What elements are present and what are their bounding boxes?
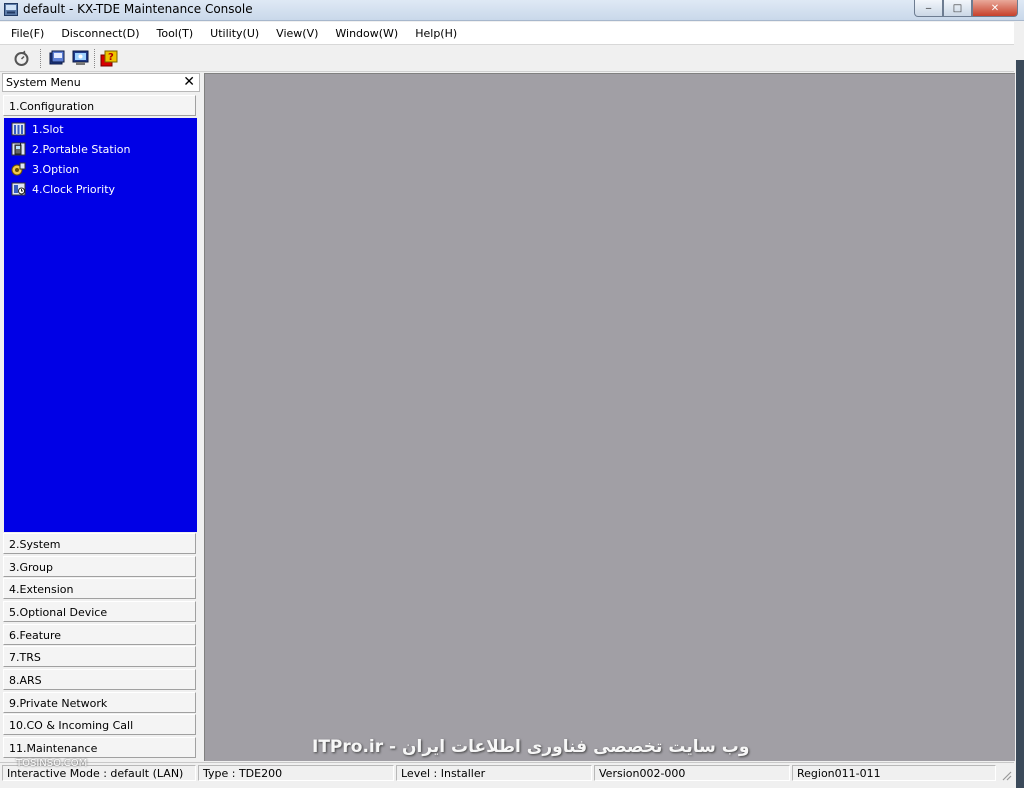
- status-level: Level : Installer: [396, 765, 592, 781]
- help-button[interactable]: ?: [99, 49, 119, 67]
- group-label: 10.CO & Incoming Call: [9, 719, 134, 732]
- resize-grip-icon[interactable]: [1000, 769, 1012, 781]
- system-menu-panel: System Menu ✕ 1.Configuration 1.Slot 2.P…: [2, 73, 200, 760]
- minimize-button[interactable]: ‒: [914, 0, 943, 17]
- tree-item-option[interactable]: 3.Option: [11, 161, 79, 177]
- status-version: Version002-000: [594, 765, 790, 781]
- tree-item-clock-priority[interactable]: 4.Clock Priority: [11, 181, 115, 197]
- status-region: Region011-011: [792, 765, 996, 781]
- group-label: 6.Feature: [9, 629, 62, 642]
- menu-tool[interactable]: Tool(T): [150, 27, 201, 40]
- monitor-button[interactable]: [70, 49, 90, 67]
- menu-window[interactable]: Window(W): [328, 27, 405, 40]
- menu-file[interactable]: File(F): [4, 27, 51, 40]
- group-label: 2.System: [9, 538, 61, 551]
- close-button[interactable]: ✕: [972, 0, 1018, 17]
- close-icon: ✕: [990, 2, 1000, 14]
- menu-view[interactable]: View(V): [269, 27, 325, 40]
- tree-item-label: 2.Portable Station: [32, 142, 131, 156]
- group-co-incoming-call[interactable]: 10.CO & Incoming Call: [3, 714, 196, 735]
- title-bar: default - KX-TDE Maintenance Console ‒ □…: [0, 0, 1024, 21]
- menu-help[interactable]: Help(H): [408, 27, 464, 40]
- group-system[interactable]: 2.System: [3, 533, 196, 554]
- mdi-workspace[interactable]: [204, 73, 1015, 761]
- connect-icon: [14, 50, 28, 66]
- group-group[interactable]: 3.Group: [3, 556, 196, 577]
- group-optional-device[interactable]: 5.Optional Device: [3, 601, 196, 622]
- group-label: 1.Configuration: [9, 100, 95, 113]
- tree-item-slot[interactable]: 1.Slot: [11, 121, 64, 137]
- menu-bar: File(F) Disconnect(D) Tool(T) Utility(U)…: [0, 22, 1014, 45]
- group-extension[interactable]: 4.Extension: [3, 578, 196, 599]
- toolbar: ?: [0, 45, 1014, 72]
- group-configuration[interactable]: 1.Configuration: [3, 95, 196, 116]
- tree-item-label: 1.Slot: [32, 122, 64, 136]
- minimize-icon: ‒: [925, 2, 932, 14]
- system-menu-title: System Menu: [6, 76, 81, 89]
- portable-station-icon: [11, 142, 26, 156]
- station-icon: [49, 50, 64, 65]
- group-label: 3.Group: [9, 561, 53, 574]
- group-label: 11.Maintenance: [9, 742, 98, 755]
- slot-icon: [11, 122, 26, 136]
- group-label: 5.Optional Device: [9, 606, 108, 619]
- app-icon: [4, 3, 18, 16]
- menu-utility[interactable]: Utility(U): [203, 27, 266, 40]
- watermark-text: ITPro.ir - وب سایت تخصصی فناوری اطلاعات …: [312, 737, 750, 757]
- group-trs[interactable]: 7.TRS: [3, 646, 196, 667]
- clock-priority-icon: [11, 182, 26, 196]
- group-label: 4.Extension: [9, 583, 74, 596]
- tree-item-label: 3.Option: [32, 162, 80, 176]
- system-menu-header: System Menu ✕: [2, 73, 200, 92]
- group-private-network[interactable]: 9.Private Network: [3, 692, 196, 713]
- window-edge: [1016, 60, 1024, 788]
- help-icon: ?: [100, 50, 118, 66]
- group-feature[interactable]: 6.Feature: [3, 624, 196, 645]
- monitor-icon: [72, 50, 88, 65]
- option-icon: [11, 162, 26, 176]
- toolbar-separator: [40, 49, 42, 68]
- maximize-button[interactable]: □: [943, 0, 972, 17]
- group-ars[interactable]: 8.ARS: [3, 669, 196, 690]
- station-button[interactable]: [47, 49, 67, 67]
- group-maintenance[interactable]: 11.Maintenance: [3, 737, 196, 758]
- window-title: default - KX-TDE Maintenance Console: [23, 2, 253, 16]
- toolbar-separator: [94, 49, 96, 68]
- menu-disconnect[interactable]: Disconnect(D): [54, 27, 146, 40]
- group-label: 8.ARS: [9, 674, 42, 687]
- tree-item-portable-station[interactable]: 2.Portable Station: [11, 141, 130, 157]
- maximize-icon: □: [952, 2, 963, 14]
- connect-button[interactable]: [11, 49, 31, 67]
- status-bar: Interactive Mode : default (LAN) Type : …: [0, 762, 1014, 783]
- group-label: 9.Private Network: [9, 697, 108, 710]
- watermark-secondary: TOSINSO.COM: [16, 758, 88, 769]
- svg-text:?: ?: [108, 52, 114, 63]
- close-icon[interactable]: ✕: [183, 74, 195, 90]
- tree-item-label: 4.Clock Priority: [32, 182, 116, 196]
- configuration-tree: 1.Slot 2.Portable Station 3.Option 4.Clo…: [4, 118, 197, 532]
- status-type: Type : TDE200: [198, 765, 394, 781]
- group-label: 7.TRS: [9, 651, 41, 664]
